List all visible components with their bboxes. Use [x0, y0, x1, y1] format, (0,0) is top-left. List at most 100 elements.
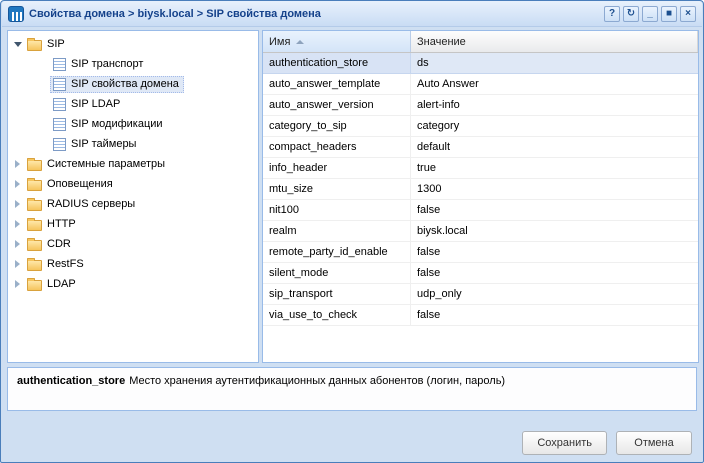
folder-icon: [27, 240, 42, 251]
tree-node-folder[interactable]: RADIUS серверы: [8, 194, 258, 214]
window-titlebar[interactable]: Свойства домена > biysk.local > SIP свой…: [2, 1, 702, 27]
window-title: Свойства домена > biysk.local > SIP свой…: [29, 8, 321, 20]
property-value-cell[interactable]: true: [411, 158, 698, 178]
expand-icon[interactable]: [11, 280, 24, 288]
property-row[interactable]: sip_transportudp_only: [263, 284, 698, 305]
settings-list-icon: [53, 98, 66, 111]
tree-node-sip-root[interactable]: SIP: [8, 34, 258, 54]
property-name-cell: info_header: [263, 158, 411, 178]
property-row[interactable]: compact_headersdefault: [263, 137, 698, 158]
property-name-cell: auto_answer_template: [263, 74, 411, 94]
close-button[interactable]: ×: [680, 6, 696, 22]
sort-asc-icon: [296, 40, 304, 44]
tree-node[interactable]: SIP модификации: [8, 114, 258, 134]
column-header-name[interactable]: Имя: [263, 31, 411, 52]
property-row[interactable]: authentication_storeds: [263, 53, 698, 74]
tree-node-label: SIP LDAP: [71, 98, 120, 110]
tree-node-folder[interactable]: RestFS: [8, 254, 258, 274]
tree-node-label: SIP модификации: [71, 118, 163, 130]
property-description-text: Место хранения аутентификационных данных…: [129, 375, 505, 387]
property-value-cell[interactable]: alert-info: [411, 95, 698, 115]
property-row[interactable]: auto_answer_templateAuto Answer: [263, 74, 698, 95]
property-name-cell: via_use_to_check: [263, 305, 411, 325]
property-description-term: authentication_store: [17, 375, 125, 387]
tree-node-body[interactable]: SIP: [24, 36, 70, 53]
tree-node-folder[interactable]: LDAP: [8, 274, 258, 294]
property-row[interactable]: category_to_sipcategory: [263, 116, 698, 137]
property-name-cell: remote_party_id_enable: [263, 242, 411, 262]
tree-node[interactable]: SIP LDAP: [8, 94, 258, 114]
property-row[interactable]: realmbiysk.local: [263, 221, 698, 242]
property-row[interactable]: auto_answer_versionalert-info: [263, 95, 698, 116]
tree-node-folder[interactable]: Системные параметры: [8, 154, 258, 174]
property-value-cell[interactable]: Auto Answer: [411, 74, 698, 94]
expand-icon[interactable]: [11, 240, 24, 248]
tree-node-body[interactable]: Оповещения: [24, 176, 118, 193]
property-value-cell[interactable]: udp_only: [411, 284, 698, 304]
property-value-cell[interactable]: false: [411, 263, 698, 283]
property-value-cell[interactable]: default: [411, 137, 698, 157]
tree-node[interactable]: SIP транспорт: [8, 54, 258, 74]
property-name-cell: compact_headers: [263, 137, 411, 157]
help-button[interactable]: ?: [604, 6, 620, 22]
property-row[interactable]: remote_party_id_enablefalse: [263, 242, 698, 263]
tree-node-body[interactable]: RestFS: [24, 256, 89, 273]
column-header-value[interactable]: Значение: [411, 31, 698, 52]
properties-grid: Имя Значение authentication_storedsauto_…: [262, 30, 699, 363]
tree-node-folder[interactable]: HTTP: [8, 214, 258, 234]
property-value-cell[interactable]: ds: [411, 53, 698, 73]
property-row[interactable]: mtu_size1300: [263, 179, 698, 200]
domain-properties-window: Свойства домена > biysk.local > SIP свой…: [0, 0, 704, 463]
folder-icon: [27, 260, 42, 271]
tree-node-folder[interactable]: Оповещения: [8, 174, 258, 194]
expand-icon[interactable]: [11, 260, 24, 268]
property-value-cell[interactable]: biysk.local: [411, 221, 698, 241]
tree-node-body[interactable]: SIP транспорт: [50, 56, 148, 73]
property-value-cell[interactable]: 1300: [411, 179, 698, 199]
cancel-button[interactable]: Отмена: [616, 431, 692, 455]
tree-node-folder[interactable]: CDR: [8, 234, 258, 254]
minimize-button[interactable]: _: [642, 6, 658, 22]
tree-node-body[interactable]: HTTP: [24, 216, 81, 233]
tree-node-body[interactable]: LDAP: [24, 276, 81, 293]
property-name-cell: authentication_store: [263, 53, 411, 73]
folder-icon: [27, 160, 42, 171]
property-value-cell[interactable]: false: [411, 200, 698, 220]
save-button[interactable]: Сохранить: [522, 431, 607, 455]
collapse-icon[interactable]: [11, 42, 24, 47]
refresh-button[interactable]: ↻: [623, 6, 639, 22]
property-value-cell[interactable]: category: [411, 116, 698, 136]
tree-node-body[interactable]: Системные параметры: [24, 156, 170, 173]
expand-icon[interactable]: [11, 220, 24, 228]
grid-body: authentication_storedsauto_answer_templa…: [263, 53, 698, 326]
tree-node-body[interactable]: SIP свойства домена: [50, 76, 184, 93]
expand-icon[interactable]: [11, 160, 24, 168]
property-row[interactable]: silent_modefalse: [263, 263, 698, 284]
grid-header: Имя Значение: [263, 31, 698, 53]
column-header-name-label: Имя: [269, 36, 290, 48]
footer-toolbar: Сохранить Отмена: [522, 431, 692, 455]
property-row[interactable]: via_use_to_checkfalse: [263, 305, 698, 326]
property-name-cell: sip_transport: [263, 284, 411, 304]
tree-node-body[interactable]: SIP модификации: [50, 116, 168, 133]
tree-node-body[interactable]: RADIUS серверы: [24, 196, 140, 213]
tree-node[interactable]: SIP таймеры: [8, 134, 258, 154]
property-value-cell[interactable]: false: [411, 305, 698, 325]
settings-list-icon: [53, 118, 66, 131]
property-row[interactable]: info_headertrue: [263, 158, 698, 179]
tree-node-body[interactable]: CDR: [24, 236, 76, 253]
settings-tree: SIP SIP транспорт SIP свойства домена SIP L…: [7, 30, 259, 363]
tree-node[interactable]: SIP свойства домена: [8, 74, 258, 94]
expand-icon[interactable]: [11, 200, 24, 208]
maximize-button[interactable]: ■: [661, 6, 677, 22]
tree-node-label: RADIUS серверы: [47, 198, 135, 210]
folder-icon: [27, 180, 42, 191]
property-row[interactable]: nit100false: [263, 200, 698, 221]
tree-node-body[interactable]: SIP LDAP: [50, 96, 125, 113]
tree-node-label: HTTP: [47, 218, 76, 230]
tree-node-body[interactable]: SIP таймеры: [50, 136, 141, 153]
tree-node-label: SIP таймеры: [71, 138, 136, 150]
property-value-cell[interactable]: false: [411, 242, 698, 262]
tree-node-label: SIP: [47, 38, 65, 50]
expand-icon[interactable]: [11, 180, 24, 188]
